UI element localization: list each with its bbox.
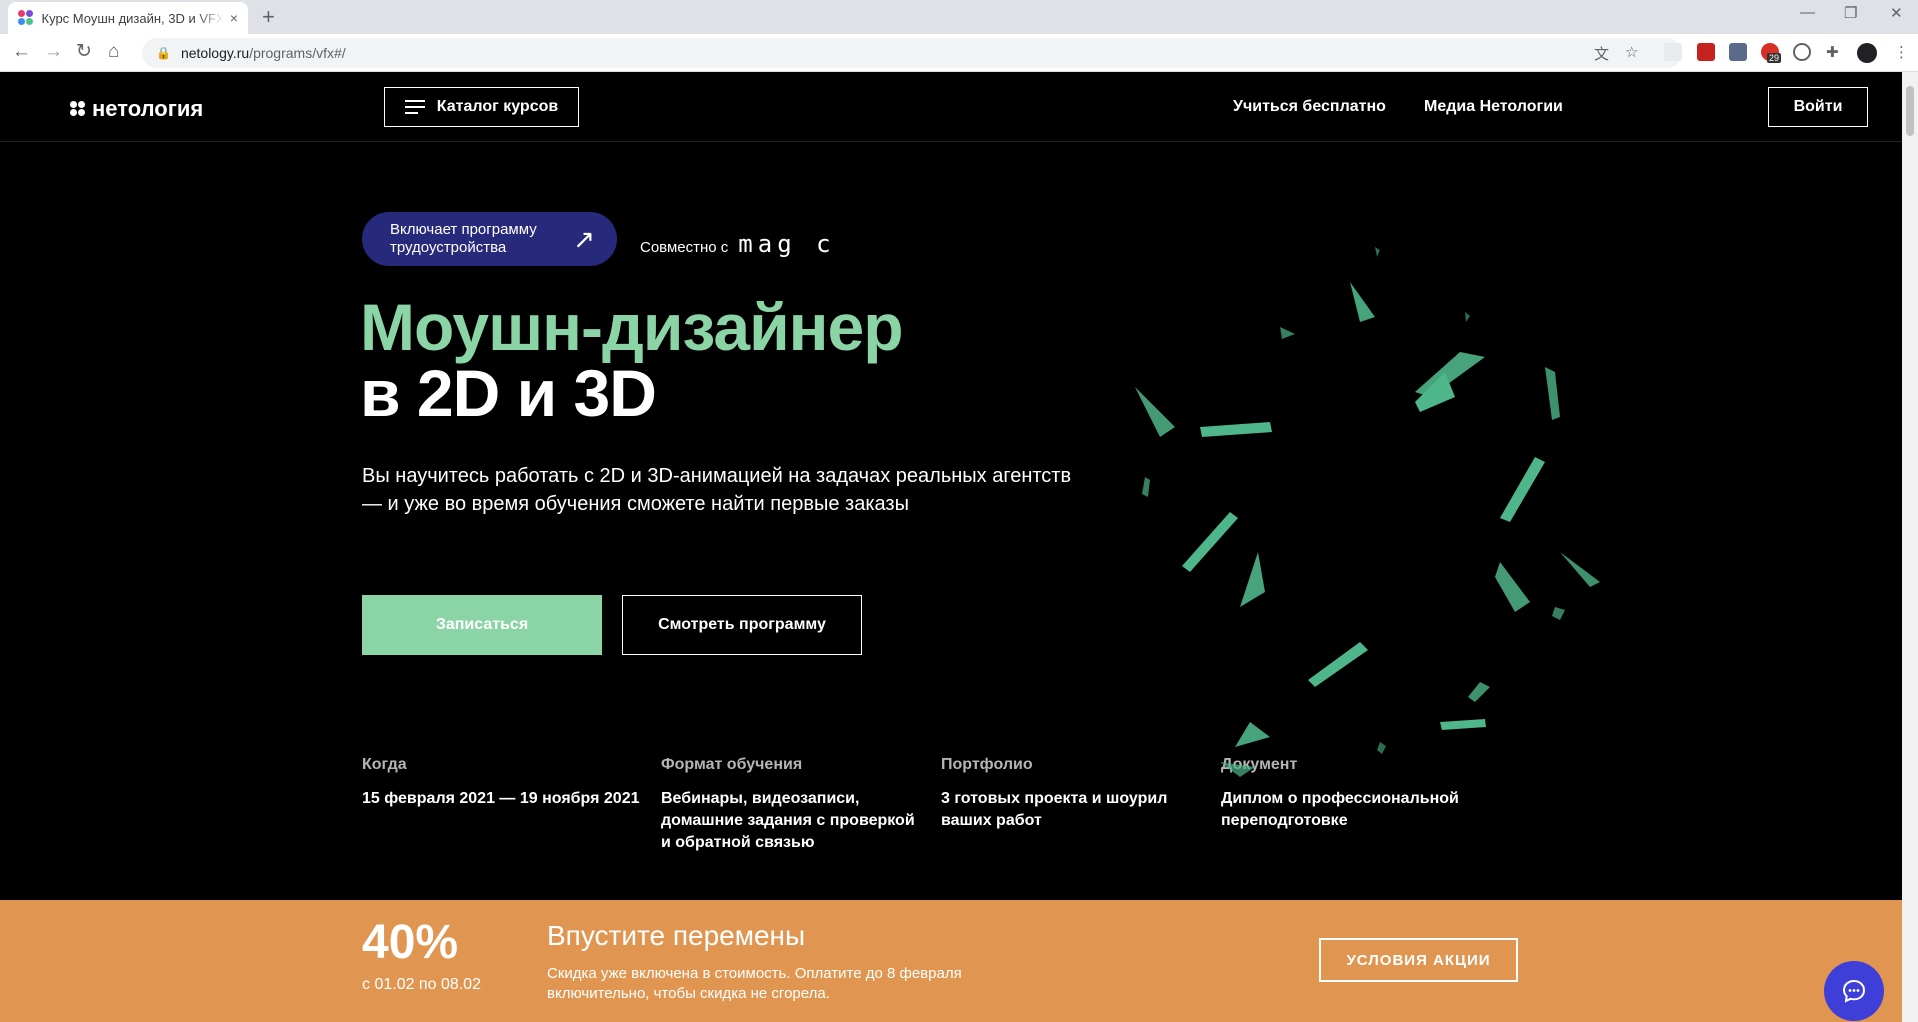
nav-link-media[interactable]: Медиа Нетологии [1424, 98, 1563, 116]
avatar-icon[interactable] [1857, 43, 1877, 63]
home-icon[interactable]: ⌂ [108, 42, 119, 62]
logo-text: нетология [92, 96, 204, 121]
logo-mark-icon [70, 101, 86, 117]
hero-lead: Вы научитесь работать с 2D и 3D-анимацие… [362, 465, 1072, 515]
lock-icon: 🔒 [156, 46, 171, 60]
employment-badge-text: Включает программу трудоустройства [390, 221, 537, 256]
catalog-label: Каталог курсов [436, 98, 559, 115]
tab-close-icon[interactable]: × [230, 10, 238, 26]
page-scrollbar[interactable] [1902, 72, 1918, 1022]
pdf-icon[interactable] [1697, 43, 1715, 61]
extension-badge-count: 29 [1767, 53, 1782, 63]
nav-link-free[interactable]: Учиться бесплатно [1233, 98, 1386, 116]
fact-value: Вебинары, видеозаписи, домашние задания … [661, 790, 915, 851]
forward-icon[interactable]: → [44, 42, 63, 62]
catalog-button[interactable]: Каталог курсов [384, 87, 579, 127]
star-icon[interactable]: ☆ [1625, 43, 1638, 61]
url-path: /programs/vfx#/ [249, 45, 346, 61]
promo-banner: 40% с 01.02 по 08.02 Впустите перемены С… [0, 900, 1902, 1022]
hero-3d-shards-illustration [1135, 247, 1600, 777]
partner-logo: mag c [738, 230, 836, 258]
netology-favicon-icon [18, 10, 34, 26]
url-text[interactable]: netology.ru/programs/vfx#/ [181, 45, 346, 61]
reload-icon[interactable]: ↻ [76, 42, 92, 62]
tab-title: Курс Моушн дизайн, 3D и VFX - [41, 10, 224, 26]
chat-bubble-icon [1842, 979, 1866, 1003]
promo-terms-button[interactable]: УСЛОВИЯ АКЦИИ [1319, 938, 1518, 982]
arrow-up-right-icon: ↗ [573, 224, 595, 254]
partner-label: Совместно с [640, 239, 729, 256]
promo-percent: 40% [362, 916, 459, 969]
extension-badge-icon[interactable]: 29 [1761, 43, 1782, 63]
site-logo[interactable]: нетология [70, 96, 203, 122]
puzzle-icon[interactable]: ✚ [1826, 43, 1839, 61]
partner-block: Совместно с mag c [640, 230, 836, 258]
fact-label: Формат обучения [661, 756, 803, 773]
chat-widget-button[interactable] [1824, 961, 1884, 1021]
login-button[interactable]: Войти [1768, 87, 1868, 127]
browser-toolbar: ← → ↻ ⌂ 🔒 netology.ru/programs/vfx#/ 文 ☆… [0, 34, 1918, 72]
new-tab-button[interactable]: + [262, 4, 275, 30]
page-content: нетология Каталог курсов Учиться бесплат… [0, 72, 1902, 1022]
hero-title-line1: Моушн-дизайнер [360, 290, 904, 364]
restore-icon[interactable]: ❐ [1844, 4, 1857, 22]
site-header: нетология Каталог курсов Учиться бесплат… [0, 72, 1902, 142]
sync-icon[interactable] [1793, 43, 1811, 61]
hamburger-icon [404, 100, 425, 114]
scrollbar-thumb[interactable] [1906, 86, 1914, 136]
browser-tab[interactable]: Курс Моушн дизайн, 3D и VFX - × [8, 2, 248, 34]
promo-title: Впустите перемены [547, 920, 806, 951]
enroll-button[interactable]: Записаться [362, 595, 602, 655]
fact-label: Когда [362, 756, 407, 773]
minimize-icon[interactable]: — [1800, 4, 1815, 21]
employment-badge[interactable]: Включает программу трудоустройства ↗ [362, 212, 617, 266]
hero-title: Моушн-дизайнер в 2D и 3D [360, 290, 904, 430]
translate-icon[interactable]: 文 [1594, 43, 1609, 64]
menu-icon[interactable]: ⋮ [1894, 43, 1909, 61]
promo-text: Скидка уже включена в стоимость. Оплатит… [547, 965, 962, 1002]
address-bar[interactable]: 🔒 netology.ru/programs/vfx#/ [142, 38, 1682, 68]
fact-when: Когда 15 февраля 2021 — 19 ноября 2021 [362, 756, 642, 810]
fact-value: 15 февраля 2021 — 19 ноября 2021 [362, 790, 640, 807]
close-window-icon[interactable]: ✕ [1890, 4, 1903, 22]
eyedropper-icon[interactable] [1664, 43, 1682, 61]
hero-title-line2: в 2D и 3D [360, 356, 657, 430]
promo-dates: с 01.02 по 08.02 [362, 976, 481, 993]
fact-format: Формат обучения Вебинары, видеозаписи, д… [661, 756, 921, 854]
url-domain: netology.ru [180, 45, 250, 61]
view-program-button[interactable]: Смотреть программу [622, 595, 862, 655]
back-icon[interactable]: ← [12, 42, 31, 62]
extension-icon[interactable] [1729, 43, 1747, 61]
browser-tab-strip: Курс Моушн дизайн, 3D и VFX - × + — ❐ ✕ [0, 0, 1918, 34]
